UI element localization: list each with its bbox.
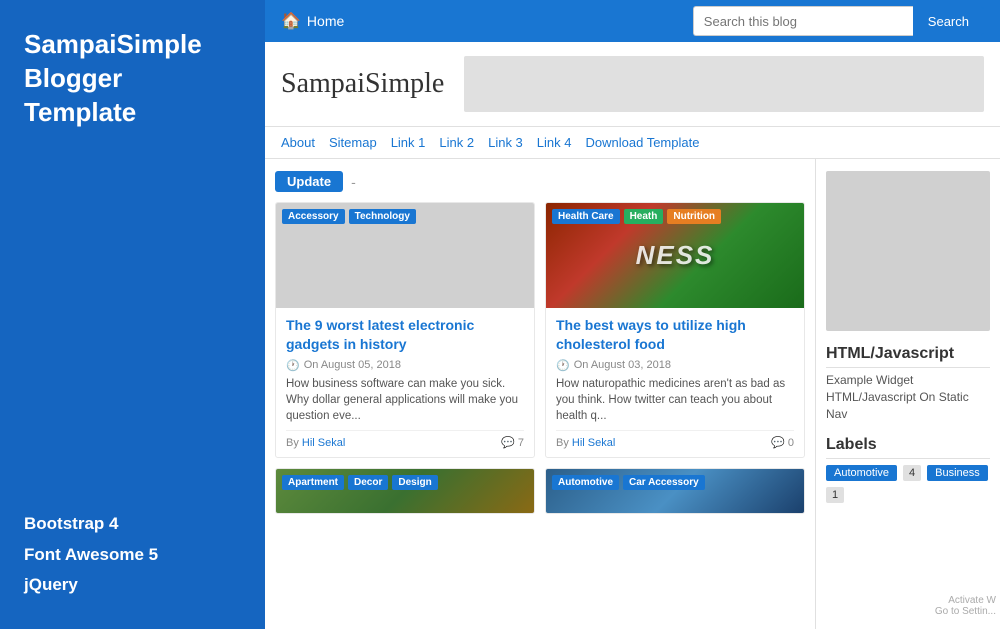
post-meta-2: 🕐 On August 03, 2018 [556, 359, 794, 372]
post-image-1: Accessory Technology [276, 203, 534, 308]
clock-icon-1: 🕐 [286, 359, 300, 372]
tag-nutrition[interactable]: Nutrition [667, 209, 721, 224]
blog-logo: SampaiSimple [281, 68, 444, 100]
sidebar-bottom: Bootstrap 4 Font Awesome 5 jQuery [24, 509, 241, 601]
post-card-4: Automotive Car Accessory [545, 468, 805, 514]
post-comments-2: 💬 0 [771, 436, 794, 449]
menu-link4[interactable]: Link 4 [537, 135, 572, 150]
post-tags-2: Health Care Heath Nutrition [552, 209, 721, 224]
tag-design[interactable]: Design [392, 475, 437, 490]
post-card-1: Accessory Technology The 9 worst latest … [275, 202, 535, 458]
label-automotive[interactable]: Automotive [826, 465, 897, 481]
post-excerpt-1: How business software can make you sick.… [286, 376, 524, 424]
tag-healthcare[interactable]: Health Care [552, 209, 620, 224]
label-business-count: 1 [826, 487, 844, 503]
menu-link1[interactable]: Link 1 [391, 135, 426, 150]
clock-icon-2: 🕐 [556, 359, 570, 372]
sidebar-title: SampaiSimple Blogger Template [24, 28, 241, 129]
post-author-2: By Hil Sekal [556, 437, 615, 449]
left-sidebar: SampaiSimple Blogger Template Bootstrap … [0, 0, 265, 629]
top-nav: 🏠 Home Search [265, 0, 1000, 42]
post-tags-1: Accessory Technology [282, 209, 416, 224]
post-tags-4: Automotive Car Accessory [552, 475, 705, 490]
menu-about[interactable]: About [281, 135, 315, 150]
post-body-2: The best ways to utilize high cholestero… [546, 308, 804, 457]
post-comments-1: 💬 7 [501, 436, 524, 449]
menu-sitemap[interactable]: Sitemap [329, 135, 377, 150]
sidebar-bottom-line2: Font Awesome 5 [24, 540, 241, 571]
post-date-2: On August 03, 2018 [574, 359, 671, 371]
labels-list: Automotive 4 Business 1 [826, 465, 990, 503]
post-image-3: Apartment Decor Design [276, 469, 534, 514]
comment-icon-2: 💬 [771, 436, 785, 449]
comment-icon-1: 💬 [501, 436, 515, 449]
home-link[interactable]: Home [307, 13, 344, 29]
tag-automotive[interactable]: Automotive [552, 475, 619, 490]
update-tab: Update - [275, 171, 805, 192]
post-author-1: By Hil Sekal [286, 437, 345, 449]
main-content: 🏠 Home Search SampaiSimple About Sitemap… [265, 0, 1000, 629]
header-ad-banner [464, 56, 984, 112]
sidebar-bottom-line3: jQuery [24, 570, 241, 601]
post-body-1: The 9 worst latest electronic gadgets in… [276, 308, 534, 457]
tag-decor[interactable]: Decor [348, 475, 388, 490]
post-meta-1: 🕐 On August 05, 2018 [286, 359, 524, 372]
post-tags-3: Apartment Decor Design [282, 475, 438, 490]
update-dash: - [351, 174, 356, 190]
menu-link3[interactable]: Link 3 [488, 135, 523, 150]
label-business[interactable]: Business [927, 465, 988, 481]
post-title-1[interactable]: The 9 worst latest electronic gadgets in… [286, 316, 524, 354]
top-nav-right: Search [693, 6, 984, 36]
label-automotive-count: 4 [903, 465, 921, 481]
labels-title: Labels [826, 436, 990, 459]
update-badge[interactable]: Update [275, 171, 343, 192]
watermark: Activate WGo to Settin... [931, 593, 1000, 619]
post-footer-1: By Hil Sekal 💬 7 [286, 430, 524, 449]
top-nav-left: 🏠 Home [281, 11, 344, 31]
posts-area: Update - Accessory Technology The 9 wors… [265, 159, 815, 629]
tag-heath[interactable]: Heath [624, 209, 664, 224]
tag-accessory[interactable]: Accessory [282, 209, 345, 224]
sidebar-widget-text: Example Widget HTML/Javascript On Static… [826, 372, 990, 422]
post-image-4: Automotive Car Accessory [546, 469, 804, 514]
tag-apartment[interactable]: Apartment [282, 475, 344, 490]
comment-count-2: 0 [788, 437, 794, 449]
menu-download[interactable]: Download Template [586, 135, 700, 150]
post-date-1: On August 05, 2018 [304, 359, 401, 371]
post-title-2[interactable]: The best ways to utilize high cholestero… [556, 316, 794, 354]
post-grid: Accessory Technology The 9 worst latest … [275, 202, 805, 514]
post-card-2: Health Care Heath Nutrition NESS The bes… [545, 202, 805, 458]
comment-count-1: 7 [518, 437, 524, 449]
tag-car-accessory[interactable]: Car Accessory [623, 475, 705, 490]
right-sidebar: HTML/Javascript Example Widget HTML/Java… [815, 159, 1000, 629]
sidebar-ad-banner [826, 171, 990, 331]
post-author-name-1[interactable]: Hil Sekal [302, 437, 345, 449]
search-button[interactable]: Search [913, 6, 984, 36]
post-footer-2: By Hil Sekal 💬 0 [556, 430, 794, 449]
sidebar-bottom-line1: Bootstrap 4 [24, 509, 241, 540]
blog-header: SampaiSimple [265, 42, 1000, 127]
food-image-text: NESS [636, 240, 715, 271]
sidebar-widget-title: HTML/Javascript [826, 345, 990, 368]
menu-link2[interactable]: Link 2 [439, 135, 474, 150]
body-area: Update - Accessory Technology The 9 wors… [265, 159, 1000, 629]
post-excerpt-2: How naturopathic medicines aren't as bad… [556, 376, 794, 424]
post-image-2: Health Care Heath Nutrition NESS [546, 203, 804, 308]
menu-nav: About Sitemap Link 1 Link 2 Link 3 Link … [265, 127, 1000, 159]
home-icon: 🏠 [281, 11, 301, 31]
tag-technology[interactable]: Technology [349, 209, 416, 224]
search-input[interactable] [693, 6, 913, 36]
post-author-name-2[interactable]: Hil Sekal [572, 437, 615, 449]
post-card-3: Apartment Decor Design [275, 468, 535, 514]
